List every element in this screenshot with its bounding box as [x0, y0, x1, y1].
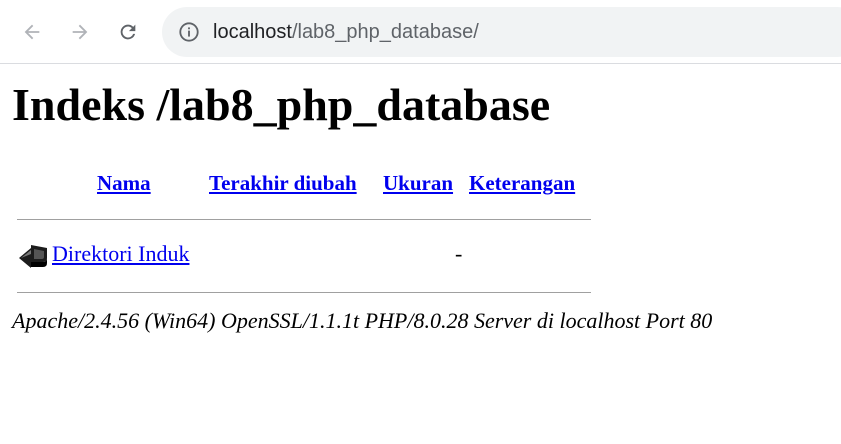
url-path: /lab8_php_database/: [291, 21, 479, 43]
browser-toolbar: localhost/lab8_php_database/: [0, 0, 841, 64]
table-row: Direktori Induk -: [17, 220, 591, 292]
sort-by-name-link[interactable]: Nama: [97, 171, 151, 196]
sort-by-description-link[interactable]: Keterangan: [469, 171, 575, 196]
parent-directory-link[interactable]: Direktori Induk: [52, 241, 189, 267]
reload-icon: [120, 24, 136, 40]
page-title: Indeks /lab8_php_database: [12, 79, 551, 130]
table-header: Nama Terakhir diubah Ukuran Keterangan: [17, 171, 591, 201]
sort-by-modified-link[interactable]: Terakhir diubah: [209, 171, 357, 196]
arrow-left-icon: [24, 24, 40, 40]
back-icon: [19, 245, 47, 268]
url-text[interactable]: localhost/lab8_php_database/: [213, 7, 479, 57]
back-button[interactable]: [14, 14, 50, 50]
directory-index-page: Indeks /lab8_php_database Nama Terakhir …: [0, 65, 841, 444]
arrow-right-icon: [72, 24, 88, 40]
forward-button[interactable]: [62, 14, 98, 50]
reload-button[interactable]: [110, 14, 146, 50]
info-icon[interactable]: [178, 21, 200, 43]
url-host: localhost: [213, 21, 292, 43]
file-listing-table: Nama Terakhir diubah Ukuran Keterangan D…: [17, 171, 591, 293]
divider: [17, 292, 591, 293]
size-value: -: [455, 241, 463, 266]
server-signature: Apache/2.4.56 (Win64) OpenSSL/1.1.1t PHP…: [12, 308, 713, 333]
address-bar[interactable]: localhost/lab8_php_database/: [162, 7, 841, 57]
sort-by-size-link[interactable]: Ukuran: [383, 171, 453, 196]
